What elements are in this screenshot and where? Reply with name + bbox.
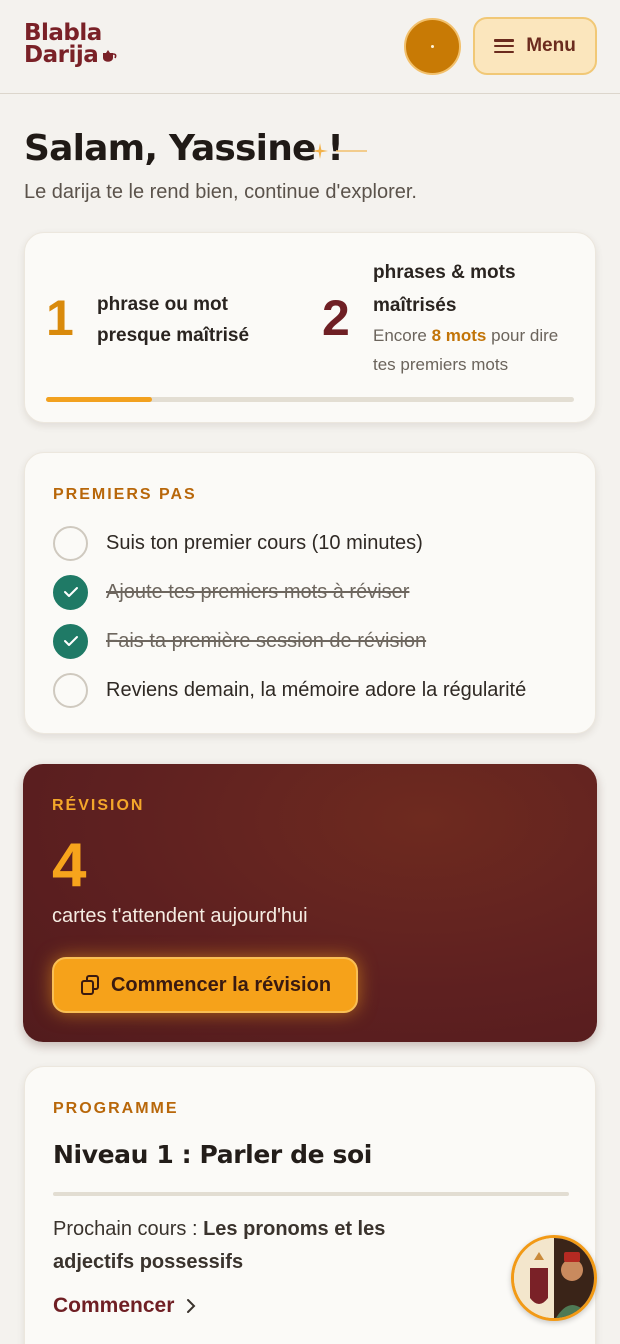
avatar-dot — [431, 45, 434, 48]
level-title: Niveau 1 : Parler de soi — [53, 1140, 372, 1169]
first-steps-card: PREMIERS PAS Suis ton premier cours (10 … — [24, 452, 596, 734]
logo-line1: Blabla — [24, 20, 102, 46]
first-steps-heading: PREMIERS PAS — [53, 486, 197, 503]
review-card: RÉVISION 4 cartes t'attendent aujourd'hu… — [23, 764, 597, 1042]
start-lesson-link[interactable]: Commencer — [53, 1294, 196, 1318]
remaining-hint: Encore 8 mots pour dire tes premiers mot… — [373, 321, 583, 379]
review-label: cartes t'attendent aujourd'hui — [52, 905, 308, 927]
mascot-illustration — [514, 1238, 594, 1318]
progress-stats-card: 1 phrase ou mot presque maîtrisé 2 phras… — [24, 232, 596, 423]
check-icon — [53, 574, 88, 610]
step-item[interactable]: Reviens demain, la mémoire adore la régu… — [53, 672, 526, 708]
remaining-prefix: Encore — [373, 326, 432, 345]
mastery-progress-fill — [46, 397, 152, 402]
assistant-avatar-button[interactable] — [511, 1235, 597, 1321]
chevron-right-icon — [187, 1299, 196, 1313]
menu-button[interactable]: Menu — [473, 17, 597, 75]
logo[interactable]: Blabla Darija — [24, 22, 124, 72]
almost-mastered-count: 1 — [46, 290, 74, 346]
page-subtitle: Le darija te le rend bien, continue d'ex… — [24, 181, 417, 203]
profile-avatar-button[interactable] — [404, 18, 461, 75]
program-card: PROGRAMME Niveau 1 : Parler de soi Proch… — [24, 1066, 596, 1344]
logo-line2: Darija — [24, 42, 99, 68]
step-label: Reviens demain, la mémoire adore la régu… — [106, 678, 527, 701]
teapot-icon — [103, 50, 117, 62]
start-lesson-label: Commencer — [53, 1294, 175, 1317]
mastered-count: 2 — [322, 290, 350, 346]
step-item[interactable]: Suis ton premier cours (10 minutes) — [53, 525, 423, 561]
check-icon — [53, 623, 88, 659]
remaining-count: 8 mots — [431, 326, 487, 345]
next-lesson: Prochain cours : Les pronoms et les adje… — [53, 1213, 433, 1279]
review-heading: RÉVISION — [52, 797, 145, 814]
page-title: Salam, Yassine ! — [24, 128, 344, 169]
review-count: 4 — [52, 831, 87, 900]
level-progress-bar — [53, 1192, 569, 1196]
start-review-button[interactable]: Commencer la révision — [52, 957, 358, 1013]
step-label: Ajoute tes premiers mots à réviser — [106, 580, 410, 603]
program-heading: PROGRAMME — [53, 1100, 179, 1117]
mastered-label: phrases & mots maîtrisés — [373, 262, 516, 316]
step-item[interactable]: Ajoute tes premiers mots à réviser — [53, 574, 409, 610]
step-label: Suis ton premier cours (10 minutes) — [106, 531, 423, 554]
hamburger-icon — [494, 39, 515, 53]
next-lesson-prefix: Prochain cours : — [53, 1218, 204, 1240]
sparkle-icon — [312, 143, 367, 159]
unchecked-circle-icon — [53, 672, 88, 708]
unchecked-circle-icon — [53, 525, 88, 561]
top-bar: Blabla Darija Menu — [0, 0, 620, 94]
cards-icon — [80, 975, 99, 995]
step-label: Fais ta première session de révision — [106, 629, 427, 652]
almost-mastered-label: phrase ou mot presque maîtrisé — [97, 294, 250, 346]
start-review-label: Commencer la révision — [110, 973, 332, 996]
mastery-progress-bar — [46, 397, 574, 402]
menu-label: Menu — [526, 35, 576, 56]
step-item[interactable]: Fais ta première session de révision — [53, 623, 426, 659]
